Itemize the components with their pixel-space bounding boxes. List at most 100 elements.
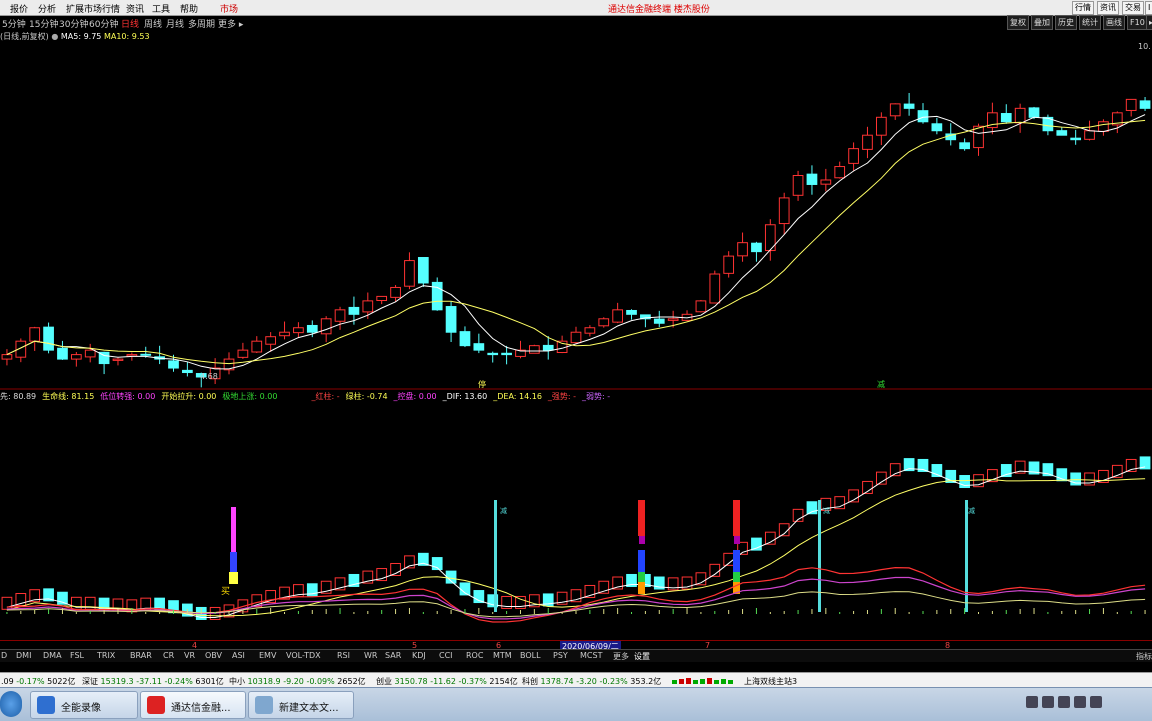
index-star[interactable]: 科创 1378.74 -3.20 -0.23% 353.2亿 bbox=[522, 676, 661, 687]
indicator-tab-d[interactable]: D bbox=[1, 651, 7, 660]
tf-60min[interactable]: 60分钟 bbox=[89, 17, 118, 30]
btn-f10[interactable]: F10 bbox=[1127, 15, 1148, 30]
candle bbox=[1125, 98, 1137, 111]
indicator-tab-trix[interactable]: TRIX bbox=[97, 651, 115, 660]
tf-weekly[interactable]: 周线 bbox=[144, 17, 162, 30]
btn-draw[interactable]: 画线 bbox=[1103, 15, 1125, 30]
index-sz[interactable]: 深证 15319.3 -37.11 -0.24% 6301亿 bbox=[82, 676, 224, 687]
btn-scroll-right[interactable]: ▸ bbox=[1146, 15, 1152, 30]
server-name[interactable]: 上海双线主站3 bbox=[744, 676, 797, 687]
window-title: 通达信金融终端 楼杰股份 bbox=[608, 5, 710, 15]
btn-history[interactable]: 历史 bbox=[1055, 15, 1077, 30]
indicator-tab-psy[interactable]: PSY bbox=[553, 651, 568, 660]
menu-item-help[interactable]: 帮助 bbox=[180, 2, 198, 15]
candle bbox=[875, 116, 887, 136]
candle bbox=[57, 347, 68, 360]
index-sz-diff: -37.11 bbox=[136, 677, 162, 686]
indicator-tab-更多[interactable]: 更多 bbox=[613, 651, 629, 662]
indicator-tab-rsi[interactable]: RSI bbox=[337, 651, 350, 660]
indicator-tab-sar[interactable]: SAR bbox=[385, 651, 401, 660]
signal-label-2: 减 bbox=[823, 506, 830, 515]
start-button[interactable] bbox=[0, 691, 22, 717]
indicator-value-6: 绿柱: -0.74 bbox=[345, 392, 388, 401]
candle bbox=[848, 148, 859, 164]
tf-15min[interactable]: 15分钟 bbox=[29, 17, 58, 30]
menu-item-tools[interactable]: 工具 bbox=[152, 2, 170, 15]
indicator-tab-boll[interactable]: BOLL bbox=[520, 651, 541, 660]
candle bbox=[320, 318, 332, 335]
signal-block-purple bbox=[639, 536, 645, 544]
menu-item-market[interactable]: 市场 bbox=[220, 2, 238, 15]
candle bbox=[459, 331, 471, 347]
taskbar-app-tdx-label: 通达信金融... bbox=[171, 703, 231, 714]
candle bbox=[903, 103, 915, 109]
candle bbox=[889, 103, 901, 117]
btn-overlay[interactable]: 叠加 bbox=[1031, 15, 1053, 30]
indicator-tab-fsl[interactable]: FSL bbox=[70, 651, 84, 660]
tf-more[interactable]: 更多 ▸ bbox=[218, 17, 243, 30]
indicator-tab-emv[interactable]: EMV bbox=[259, 651, 276, 660]
indicator-tab-wr[interactable]: WR bbox=[364, 651, 377, 660]
tf-30min[interactable]: 30分钟 bbox=[59, 17, 88, 30]
candle bbox=[445, 306, 457, 333]
tf-daily[interactable]: 日线 bbox=[121, 17, 139, 30]
indicator-value-7: _控盘: 0.00 bbox=[393, 392, 437, 401]
candle bbox=[362, 300, 374, 313]
indicator-tab-mcst[interactable]: MCST bbox=[580, 651, 602, 660]
candle bbox=[182, 369, 193, 374]
index-sh[interactable]: .09 -0.17% 5022亿 bbox=[1, 676, 76, 687]
top-button-news[interactable]: 资讯 bbox=[1097, 1, 1119, 15]
candle bbox=[1098, 121, 1109, 132]
indicator-tab-vr[interactable]: VR bbox=[184, 651, 195, 660]
candle bbox=[334, 309, 346, 322]
index-star-value: 1378.74 bbox=[540, 677, 574, 686]
indicator-tab-roc[interactable]: ROC bbox=[466, 651, 483, 660]
indicator-tab-brar[interactable]: BRAR bbox=[130, 651, 152, 660]
candle bbox=[737, 242, 748, 257]
taskbar-app-tdx[interactable]: 通达信金融... bbox=[140, 691, 246, 719]
indicator-tab-dma[interactable]: DMA bbox=[43, 651, 62, 660]
menu-item-quotes[interactable]: 报价 bbox=[10, 2, 28, 15]
tf-monthly[interactable]: 月线 bbox=[166, 17, 184, 30]
candle bbox=[417, 257, 429, 284]
top-button-trade[interactable]: 交易 bbox=[1122, 1, 1144, 15]
taskbar-app-notepad[interactable]: 新建文本文... bbox=[248, 691, 354, 719]
top-button-more[interactable]: I bbox=[1145, 1, 1152, 15]
index-sme-diff: -9.20 bbox=[283, 677, 304, 686]
candle bbox=[1084, 130, 1095, 140]
price-chart[interactable]: 10. 4.68 停 减 bbox=[0, 32, 1152, 390]
top-button-quotes[interactable]: 行情 bbox=[1072, 1, 1094, 15]
taskbar-app-recorder[interactable]: 全能录像 bbox=[30, 691, 138, 719]
indicator-chart[interactable]: 买 减 减 减 bbox=[0, 402, 1152, 640]
indicator-tab-vol-tdx[interactable]: VOL-TDX bbox=[286, 651, 321, 660]
tf-multi[interactable]: 多周期 bbox=[188, 17, 215, 30]
indicator-tab-asi[interactable]: ASI bbox=[232, 651, 245, 660]
indicator-tab-cr[interactable]: CR bbox=[163, 651, 174, 660]
indicator-tab-dmi[interactable]: DMI bbox=[16, 651, 31, 660]
indicator-tab-设置[interactable]: 设置 bbox=[634, 651, 650, 662]
menu-item-analysis[interactable]: 分析 bbox=[38, 2, 56, 15]
system-tray[interactable] bbox=[1026, 696, 1146, 712]
candle bbox=[584, 327, 596, 334]
indicator-tab-kdj[interactable]: KDJ bbox=[412, 651, 426, 660]
indicator-tab-obv[interactable]: OBV bbox=[205, 651, 222, 660]
taskbar-app-notepad-label: 新建文本文... bbox=[279, 703, 339, 714]
indicator-menu-button[interactable]: 指标 bbox=[1136, 651, 1152, 662]
indicator-tab-mtm[interactable]: MTM bbox=[493, 651, 512, 660]
indicator-tab-cci[interactable]: CCI bbox=[439, 651, 453, 660]
btn-stats[interactable]: 统计 bbox=[1079, 15, 1101, 30]
indicator-value-2: 低位转强: 0.00 bbox=[100, 392, 156, 401]
index-sme-name: 中小 bbox=[229, 677, 245, 686]
candle bbox=[806, 173, 818, 185]
index-chinext[interactable]: 创业 3150.78 -11.62 -0.37% 2154亿 bbox=[376, 676, 518, 687]
indicator-value-1: 生命线: 81.15 bbox=[42, 392, 95, 401]
indicator-value-10: _强势: - bbox=[547, 392, 577, 401]
tray-icon-4 bbox=[1074, 696, 1086, 708]
btn-rights[interactable]: 复权 bbox=[1007, 15, 1029, 30]
candle bbox=[168, 360, 179, 369]
indicator-value-5: _红柱: - bbox=[311, 392, 340, 401]
tf-5min[interactable]: 5分钟 bbox=[2, 17, 26, 30]
index-sme[interactable]: 中小 10318.9 -9.20 -0.09% 2652亿 bbox=[229, 676, 366, 687]
menu-item-extended-market[interactable]: 扩展市场行情 bbox=[66, 2, 120, 15]
menu-item-news[interactable]: 资讯 bbox=[126, 2, 144, 15]
